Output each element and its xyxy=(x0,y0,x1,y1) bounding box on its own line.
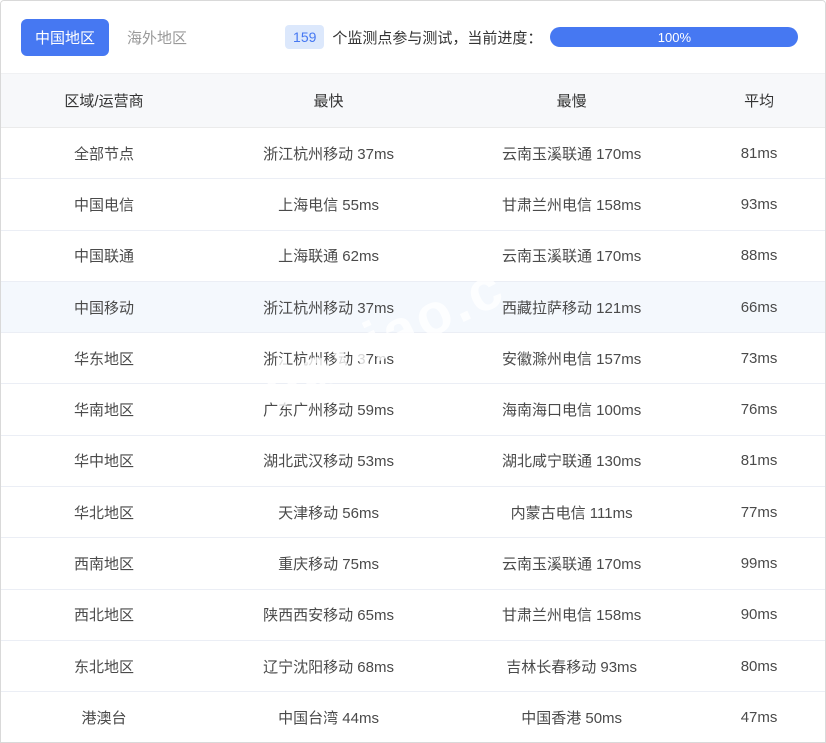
cell-slowest: 甘肃兰州电信 158ms xyxy=(502,196,642,214)
column-header-region: 区域/运营商 xyxy=(64,93,144,110)
status-text: 个监测点参与测试，当前进度： xyxy=(332,29,543,47)
table-row: 港澳台 中国台湾 44ms 中国香港 50ms 47ms xyxy=(1,692,825,742)
cell-region: 华东地区 xyxy=(73,350,134,368)
cell-slowest: 云南玉溪联通 170ms xyxy=(502,145,642,163)
cell-average: 66ms xyxy=(740,298,778,316)
cell-fastest: 辽宁沈阳移动 68ms xyxy=(263,658,394,676)
cell-slowest: 云南玉溪联通 170ms xyxy=(502,556,642,574)
table-row: 西南地区 重庆移动 75ms 云南玉溪联通 170ms 99ms xyxy=(1,538,825,590)
cell-average: 76ms xyxy=(740,401,778,419)
table-row: 华东地区 浙江杭州移动 37ms 安徽滁州电信 157ms 73ms xyxy=(1,333,825,385)
cell-fastest: 陕西西安移动 65ms xyxy=(263,607,394,625)
column-header-slowest: 最慢 xyxy=(556,93,587,110)
cell-slowest: 中国香港 50ms xyxy=(521,709,623,727)
table-row: 中国移动 浙江杭州移动 37ms 西藏拉萨移动 121ms 66ms xyxy=(1,281,825,334)
cell-region: 港澳台 xyxy=(81,709,127,727)
table-row: 华南地区 广东广州移动 59ms 海南海口电信 100ms 76ms xyxy=(1,384,825,436)
cell-region: 中国移动 xyxy=(73,299,134,317)
cell-average: 81ms xyxy=(740,144,778,162)
table-row: 华中地区 湖北武汉移动 53ms 湖北咸宁联通 130ms 81ms xyxy=(1,435,825,488)
cell-slowest: 云南玉溪联通 170ms xyxy=(502,248,642,266)
table-row: 中国联通 上海联通 62ms 云南玉溪联通 170ms 88ms xyxy=(1,230,825,282)
column-header-average: 平均 xyxy=(744,93,775,110)
table-body: 全部节点 浙江杭州移动 37ms 云南玉溪联通 170ms 81ms 中国电信 上海电信 … xyxy=(1,128,825,742)
cell-region: 华南地区 xyxy=(73,402,134,420)
cell-region: 全部节点 xyxy=(73,145,134,163)
cell-fastest: 浙江杭州移动 37ms xyxy=(263,145,394,163)
cell-fastest: 广东广州移动 59ms xyxy=(263,402,394,420)
monitor-count-badge: 159 xyxy=(285,25,325,49)
cell-slowest: 甘肃兰州电信 158ms xyxy=(502,607,642,625)
cell-average: 90ms xyxy=(740,606,778,624)
cell-slowest: 安徽滁州电信 157ms xyxy=(502,350,642,368)
cell-region: 华北地区 xyxy=(73,504,134,522)
cell-slowest: 吉林长春移动 93ms xyxy=(506,658,638,676)
cell-average: 73ms xyxy=(740,349,778,367)
cell-slowest: 海南海口电信 100ms xyxy=(502,402,642,420)
cell-average: 80ms xyxy=(740,657,778,675)
top-bar: 中国地区 海外地区 159 个监测点参与测试，当前进度： 100% xyxy=(1,1,825,73)
cell-fastest: 上海联通 62ms xyxy=(278,248,379,266)
tab-china-region[interactable]: 中国地区 xyxy=(21,18,110,56)
cell-slowest: 内蒙古电信 111ms xyxy=(510,504,633,522)
cell-slowest: 湖北咸宁联通 130ms xyxy=(502,453,642,471)
cell-fastest: 上海电信 55ms xyxy=(278,196,379,214)
column-header-fastest: 最快 xyxy=(313,93,344,110)
cell-fastest: 浙江杭州移动 37ms xyxy=(263,350,394,368)
table-row: 西北地区 陕西西安移动 65ms 甘肃兰州电信 158ms 90ms xyxy=(1,589,825,641)
table-row: 全部节点 浙江杭州移动 37ms 云南玉溪联通 170ms 81ms xyxy=(1,128,825,180)
table-row: 华北地区 天津移动 56ms 内蒙古电信 111ms 77ms xyxy=(1,487,825,539)
speedtest-panel: 中国地区 海外地区 159 个监测点参与测试，当前进度： 100% 区域/运营商… xyxy=(0,0,826,743)
cell-region: 西北地区 xyxy=(73,607,134,625)
cell-average: 47ms xyxy=(740,708,778,726)
cell-fastest: 中国台湾 44ms xyxy=(278,709,379,727)
cell-average: 77ms xyxy=(740,503,778,521)
cell-average: 99ms xyxy=(740,555,778,573)
table-row: 东北地区 辽宁沈阳移动 68ms 吉林长春移动 93ms 80ms xyxy=(1,640,825,693)
cell-fastest: 浙江杭州移动 37ms xyxy=(263,299,394,317)
cell-region: 中国电信 xyxy=(73,196,134,214)
cell-fastest: 重庆移动 75ms xyxy=(278,556,379,574)
cell-region: 西南地区 xyxy=(73,556,134,574)
cell-slowest: 西藏拉萨移动 121ms xyxy=(502,299,642,317)
cell-average: 88ms xyxy=(740,247,778,265)
cell-average: 93ms xyxy=(740,195,778,213)
cell-average: 81ms xyxy=(740,452,778,470)
table-header-row: 区域/运营商 最快 最慢 平均 xyxy=(1,73,825,128)
cell-region: 中国联通 xyxy=(73,248,134,266)
cell-fastest: 湖北武汉移动 53ms xyxy=(263,453,394,471)
progress-bar: 100% xyxy=(550,27,799,47)
table-row: 中国电信 上海电信 55ms 甘肃兰州电信 158ms 93ms xyxy=(1,179,825,231)
tab-overseas-region[interactable]: 海外地区 xyxy=(127,19,187,56)
cell-region: 东北地区 xyxy=(73,658,134,676)
cell-fastest: 天津移动 56ms xyxy=(278,504,379,522)
cell-region: 华中地区 xyxy=(73,453,134,471)
